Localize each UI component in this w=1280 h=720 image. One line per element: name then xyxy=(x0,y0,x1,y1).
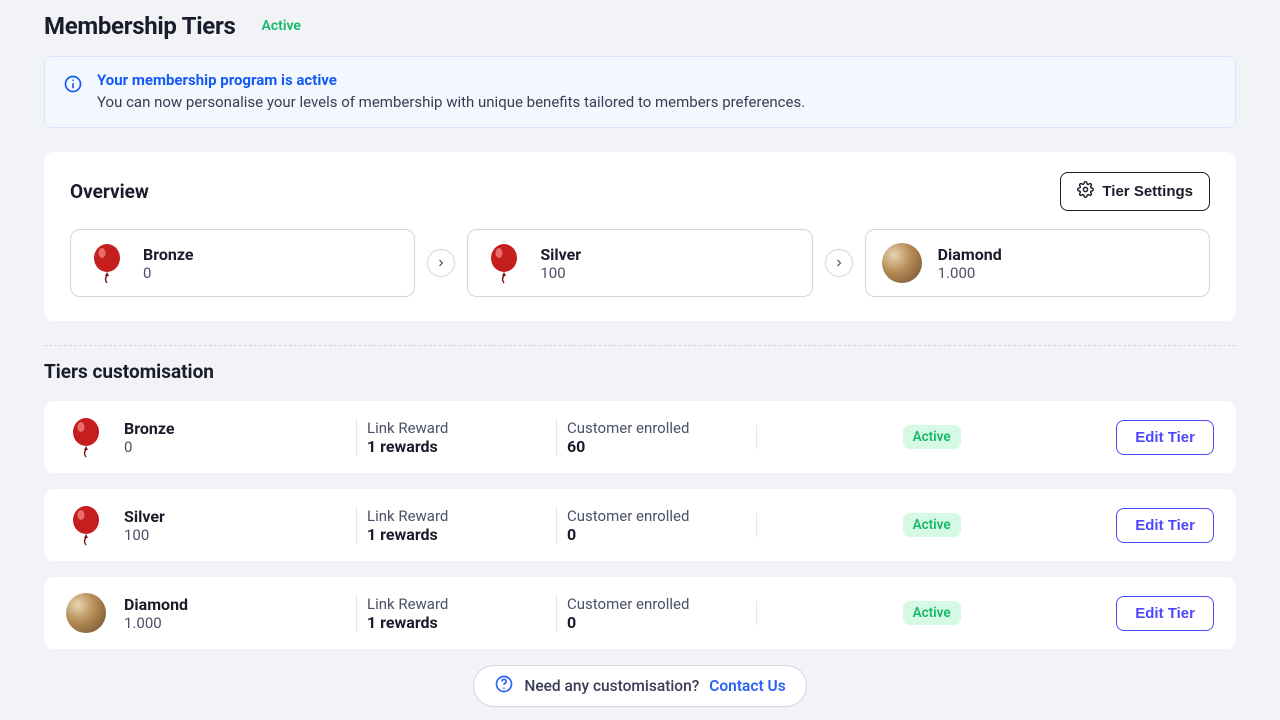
enrolled-count: 60 xyxy=(567,437,746,456)
status-pill: Active xyxy=(903,513,961,537)
alert-title: Your membership program is active xyxy=(97,71,805,89)
edit-tier-button[interactable]: Edit Tier xyxy=(1116,420,1214,455)
status-pill: Active xyxy=(903,601,961,625)
photo-thumb xyxy=(882,243,922,283)
balloon-icon xyxy=(66,417,106,457)
overview-heading: Overview xyxy=(70,180,149,203)
tier-name: Bronze xyxy=(124,419,175,438)
tier-settings-button[interactable]: Tier Settings xyxy=(1060,172,1210,211)
rewards-count: 1 rewards xyxy=(367,613,546,632)
enrolled-label: Customer enrolled xyxy=(567,507,746,525)
balloon-icon xyxy=(87,243,127,283)
balloon-icon xyxy=(66,505,106,545)
help-icon xyxy=(494,674,514,698)
info-icon xyxy=(63,74,83,98)
chevron-right-icon xyxy=(427,249,455,277)
tier-box-silver[interactable]: Silver 100 xyxy=(467,229,812,297)
help-pill: Need any customisation? Contact Us xyxy=(473,665,806,707)
enrolled-label: Customer enrolled xyxy=(567,419,746,437)
rewards-count: 1 rewards xyxy=(367,437,546,456)
divider xyxy=(44,345,1236,346)
rewards-count: 1 rewards xyxy=(367,525,546,544)
chevron-right-icon xyxy=(825,249,853,277)
link-reward-label: Link Reward xyxy=(367,419,546,437)
tier-name: Diamond xyxy=(124,595,188,614)
photo-thumb xyxy=(66,593,106,633)
link-reward-label: Link Reward xyxy=(367,595,546,613)
tier-value: 100 xyxy=(124,526,165,544)
customisation-heading: Tiers customisation xyxy=(44,360,1236,383)
tier-value: 100 xyxy=(540,264,581,282)
tier-row: Diamond 1.000 Link Reward 1 rewards Cust… xyxy=(44,577,1236,649)
tier-value: 0 xyxy=(124,438,175,456)
overview-card: Overview Tier Settings xyxy=(44,152,1236,321)
tier-value: 1.000 xyxy=(124,614,188,632)
tier-box-diamond[interactable]: Diamond 1.000 xyxy=(865,229,1210,297)
edit-tier-button[interactable]: Edit Tier xyxy=(1116,508,1214,543)
tier-value: 1.000 xyxy=(938,264,1002,282)
status-pill: Active xyxy=(903,425,961,449)
page-title: Membership Tiers xyxy=(44,12,235,40)
tier-box-bronze[interactable]: Bronze 0 xyxy=(70,229,415,297)
tier-value: 0 xyxy=(143,264,194,282)
enrolled-count: 0 xyxy=(567,613,746,632)
status-badge: Active xyxy=(253,16,308,36)
enrolled-count: 0 xyxy=(567,525,746,544)
balloon-icon xyxy=(484,243,524,283)
gear-icon xyxy=(1077,181,1094,202)
tier-row: Bronze 0 Link Reward 1 rewards Customer … xyxy=(44,401,1236,473)
tier-name: Diamond xyxy=(938,245,1002,264)
help-question: Need any customisation? xyxy=(524,677,699,695)
enrolled-label: Customer enrolled xyxy=(567,595,746,613)
tier-row: Silver 100 Link Reward 1 rewards Custome… xyxy=(44,489,1236,561)
tier-name: Bronze xyxy=(143,245,194,264)
tier-settings-label: Tier Settings xyxy=(1102,183,1193,200)
link-reward-label: Link Reward xyxy=(367,507,546,525)
tier-name: Silver xyxy=(540,245,581,264)
tier-name: Silver xyxy=(124,507,165,526)
edit-tier-button[interactable]: Edit Tier xyxy=(1116,596,1214,631)
alert-body: You can now personalise your levels of m… xyxy=(97,93,805,111)
contact-us-link[interactable]: Contact Us xyxy=(709,677,785,695)
alert-banner: Your membership program is active You ca… xyxy=(44,56,1236,128)
